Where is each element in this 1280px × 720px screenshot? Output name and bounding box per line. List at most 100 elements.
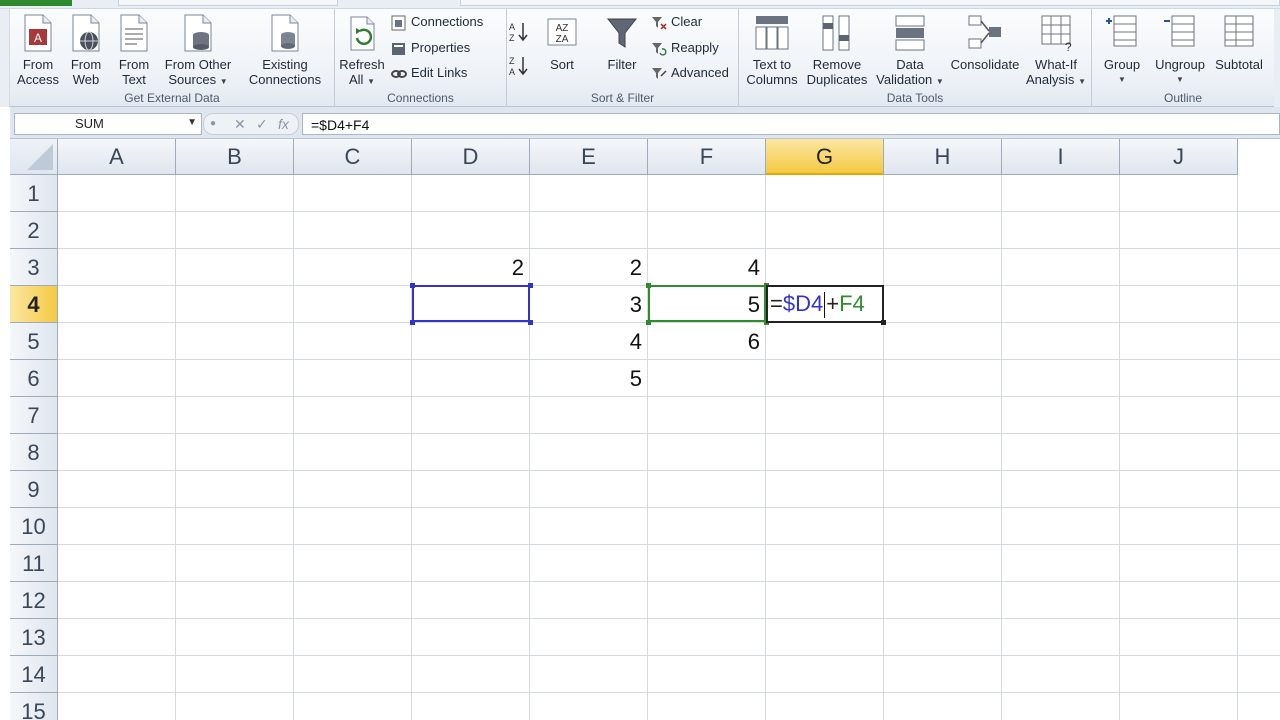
advanced-filter-button[interactable]: Advanced — [651, 64, 729, 82]
insert-function-button[interactable]: fx — [278, 116, 289, 132]
reference-resize-handle[interactable] — [528, 320, 533, 325]
formula-bar: SUM ▼ ● ✕ ✓ fx =$D4+F4 — [10, 107, 1280, 139]
group-label-outline: Outline — [1163, 91, 1203, 105]
sort-descending-button[interactable]: ZA — [509, 55, 533, 77]
column-header-g[interactable]: G — [766, 139, 884, 175]
reference-resize-handle[interactable] — [646, 320, 651, 325]
row-header-10[interactable]: 10 — [10, 508, 58, 545]
cancel-formula-button[interactable]: ✕ — [234, 116, 246, 133]
reapply-label: Reapply — [671, 40, 719, 55]
properties-label: Properties — [411, 40, 471, 55]
consolidate-icon — [968, 15, 1001, 49]
row-header-14[interactable]: 14 — [10, 656, 58, 693]
from-other-sources-button[interactable]: From Other Sources ▼ — [158, 13, 238, 89]
row-header-9[interactable]: 9 — [10, 471, 58, 508]
row-header-8[interactable]: 8 — [10, 434, 58, 471]
column-header-j[interactable]: J — [1120, 139, 1238, 175]
subtotal-label: Subtotal — [1215, 57, 1263, 72]
dropdown-arrow-icon: ▼ — [1078, 77, 1086, 86]
data-ribbon: A From Access From Web From Text From Ot… — [10, 9, 1274, 107]
row-header-6[interactable]: 6 — [10, 360, 58, 397]
row-header-15[interactable]: 15 — [10, 693, 58, 720]
fill-handle[interactable] — [881, 320, 886, 325]
consolidate-button[interactable]: Consolidate — [947, 13, 1023, 72]
row-header-13[interactable]: 13 — [10, 619, 58, 656]
group-connections: Refresh All ▼ Connections Properties Edi… — [335, 9, 507, 107]
sort-label: Sort — [550, 57, 574, 72]
reference-resize-handle[interactable] — [528, 283, 533, 288]
subtotal-button[interactable]: Subtotal — [1210, 13, 1268, 72]
remove-duplicates-button[interactable]: Remove Duplicates — [805, 13, 869, 87]
active-cell-editor[interactable]: =$D4 +F4 — [766, 285, 884, 323]
clear-button[interactable]: Clear — [651, 13, 702, 31]
reference-resize-handle[interactable] — [410, 320, 415, 325]
cell-e6[interactable]: 5 — [530, 360, 648, 397]
name-box[interactable]: SUM ▼ — [14, 113, 202, 135]
row-header-3[interactable]: 3 — [10, 249, 58, 286]
connections-button[interactable]: Connections — [391, 13, 483, 31]
from-other-sources-label-2: Sources ▼ — [158, 72, 238, 89]
file-tab-edge[interactable] — [0, 0, 72, 6]
web-globe-icon — [72, 14, 100, 52]
ribbon-tab-hint[interactable] — [460, 0, 1280, 6]
column-header-a[interactable]: A — [58, 139, 176, 175]
ribbon-tab-hint[interactable] — [118, 0, 338, 6]
text-to-columns-button[interactable]: Text to Columns — [741, 13, 803, 87]
existing-connections-button[interactable]: Existing Connections — [242, 13, 328, 87]
filter-funnel-icon — [606, 18, 638, 48]
cell-e3[interactable]: 2 — [530, 249, 648, 286]
row-header-4[interactable]: 4 — [10, 286, 58, 323]
enter-formula-button[interactable]: ✓ — [256, 116, 268, 133]
row-header-7[interactable]: 7 — [10, 397, 58, 434]
column-header-b[interactable]: B — [176, 139, 294, 175]
ungroup-button[interactable]: Ungroup ▼ — [1150, 13, 1210, 87]
cell-e5[interactable]: 4 — [530, 323, 648, 360]
cell-d3[interactable]: 2 — [412, 249, 530, 286]
filter-button[interactable]: Filter — [595, 13, 649, 72]
existing-connections-label-2: Connections — [248, 72, 322, 87]
row-header-5[interactable]: 5 — [10, 323, 58, 360]
advanced-filter-icon — [652, 67, 667, 79]
properties-button[interactable]: Properties — [391, 39, 470, 57]
group-label: Group — [1103, 57, 1141, 72]
data-validation-button[interactable]: Data Validation ▼ — [873, 13, 947, 89]
from-text-button[interactable]: From Text — [110, 13, 158, 87]
formula-input[interactable]: =$D4+F4 — [302, 113, 1280, 135]
worksheet-grid[interactable]: A B C D E F G H I J 1 2 3 4 5 6 7 8 9 10 11 12 13 14 15 2 2 4 3 5 4 6 5 =… — [10, 139, 1280, 720]
row-header-12[interactable]: 12 — [10, 582, 58, 619]
sort-ascending-button[interactable]: AZ — [509, 21, 533, 43]
column-header-i[interactable]: I — [1002, 139, 1120, 175]
name-box-dropdown-icon[interactable]: ▼ — [187, 117, 197, 128]
sort-button[interactable]: AZ ZA Sort — [539, 13, 585, 72]
cell-e4[interactable]: 3 — [530, 286, 648, 323]
cell-f5[interactable]: 6 — [648, 323, 766, 360]
column-header-h[interactable]: H — [884, 139, 1002, 175]
row-gridline — [58, 655, 1280, 656]
refresh-all-button[interactable]: Refresh All ▼ — [337, 13, 387, 89]
select-all-button[interactable] — [10, 139, 58, 175]
refresh-all-label-2-text: All — [349, 72, 364, 87]
reference-resize-handle[interactable] — [410, 283, 415, 288]
from-access-label-1: From — [22, 57, 54, 72]
connections-icon — [391, 15, 406, 31]
what-if-analysis-button[interactable]: ? What-If Analysis ▼ — [1023, 13, 1089, 89]
from-text-label-1: From — [118, 57, 150, 72]
row-header-1[interactable]: 1 — [10, 175, 58, 212]
edit-links-button[interactable]: Edit Links — [391, 64, 467, 82]
cell-f3[interactable]: 4 — [648, 249, 766, 286]
properties-icon — [392, 42, 405, 55]
column-header-d[interactable]: D — [412, 139, 530, 175]
column-header-c[interactable]: C — [294, 139, 412, 175]
collapse-handle-icon[interactable]: ● — [210, 118, 216, 129]
column-header-e[interactable]: E — [530, 139, 648, 175]
from-web-button[interactable]: From Web — [62, 13, 110, 87]
row-header-11[interactable]: 11 — [10, 545, 58, 582]
reapply-button[interactable]: Reapply — [651, 39, 719, 57]
from-access-button[interactable]: A From Access — [14, 13, 62, 87]
group-button[interactable]: Group ▼ — [1096, 13, 1148, 87]
reference-resize-handle[interactable] — [646, 283, 651, 288]
text-to-columns-label-1: Text to — [752, 57, 792, 72]
column-header-f[interactable]: F — [648, 139, 766, 175]
what-if-analysis-label-1: What-If — [1035, 57, 1077, 72]
row-header-2[interactable]: 2 — [10, 212, 58, 249]
